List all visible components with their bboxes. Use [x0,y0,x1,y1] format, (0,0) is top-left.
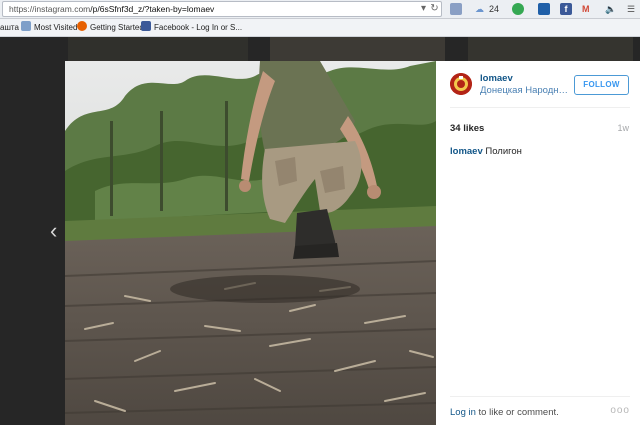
post-photo [65,61,436,425]
bookmark-folder-icon [21,21,31,31]
photo-image [65,61,436,425]
bookmark-pochta[interactable]: ашта [0,19,19,37]
previous-arrow-icon[interactable]: ‹ [50,220,64,244]
background-thumbnail [270,37,445,61]
background-thumbnail [468,37,633,61]
instagram-page: ‹ lomaev Донецкая Народная FOLLOW 34 lik… [0,37,640,425]
likes-count[interactable]: 34 likes [450,123,484,134]
extension-blue-icon[interactable] [538,3,550,15]
gmail-icon[interactable]: M [582,2,590,16]
address-bar[interactable]: https://instagram.com/p/6sSfnf3d_z/?take… [2,1,442,17]
caption-text: Полигон [485,146,522,157]
reload-icon[interactable]: ↻ [429,1,440,17]
facebook-icon [141,21,151,31]
login-prompt: Log in to like or comment. [450,407,559,418]
browser-toolbar: https://instagram.com/p/6sSfnf3d_z/?take… [0,0,640,19]
url-path: /p/6sSfnf3d_z/?taken-by=lomaev [90,4,215,14]
post-username[interactable]: lomaev [480,73,513,84]
login-prompt-text: to like or comment. [475,407,559,418]
follow-button[interactable]: FOLLOW [574,75,629,95]
background-thumbnail [68,37,248,61]
caption-username[interactable]: lomaev [450,146,483,157]
post-caption: lomaev Полигон [450,146,522,157]
avatar-emblem-icon [450,73,472,95]
menu-icon[interactable]: ☰ [627,2,635,16]
bookmark-facebook[interactable]: Facebook - Log In or S... [141,19,242,37]
extension-green-icon[interactable] [512,3,524,15]
divider [450,396,630,397]
bookmark-most-visited[interactable]: Most Visited [21,19,77,37]
bookmark-getting-started[interactable]: Getting Started [77,19,144,37]
divider [450,107,630,108]
dropdown-arrow-icon[interactable]: ▾ [418,1,429,17]
firefox-icon [77,21,87,31]
bookmarks-bar: ашта Most Visited Getting Started Facebo… [0,19,640,37]
more-options-icon[interactable]: ooo [610,405,630,416]
speaker-icon[interactable]: 🔈 [605,2,616,16]
weather-temp: 24 [489,4,500,14]
post-details-panel: lomaev Донецкая Народная Республика FOLL… [436,61,640,425]
url-host: https://instagram.com [9,4,91,14]
reader-icon[interactable] [450,3,462,15]
facebook-icon[interactable]: f [560,3,572,15]
login-link[interactable]: Log in [450,407,476,418]
post-location[interactable]: Донецкая Народная Республика [480,85,572,96]
post-age: 1w [617,123,629,133]
weather-icon[interactable]: ☁ [475,2,484,16]
avatar[interactable] [450,73,472,95]
